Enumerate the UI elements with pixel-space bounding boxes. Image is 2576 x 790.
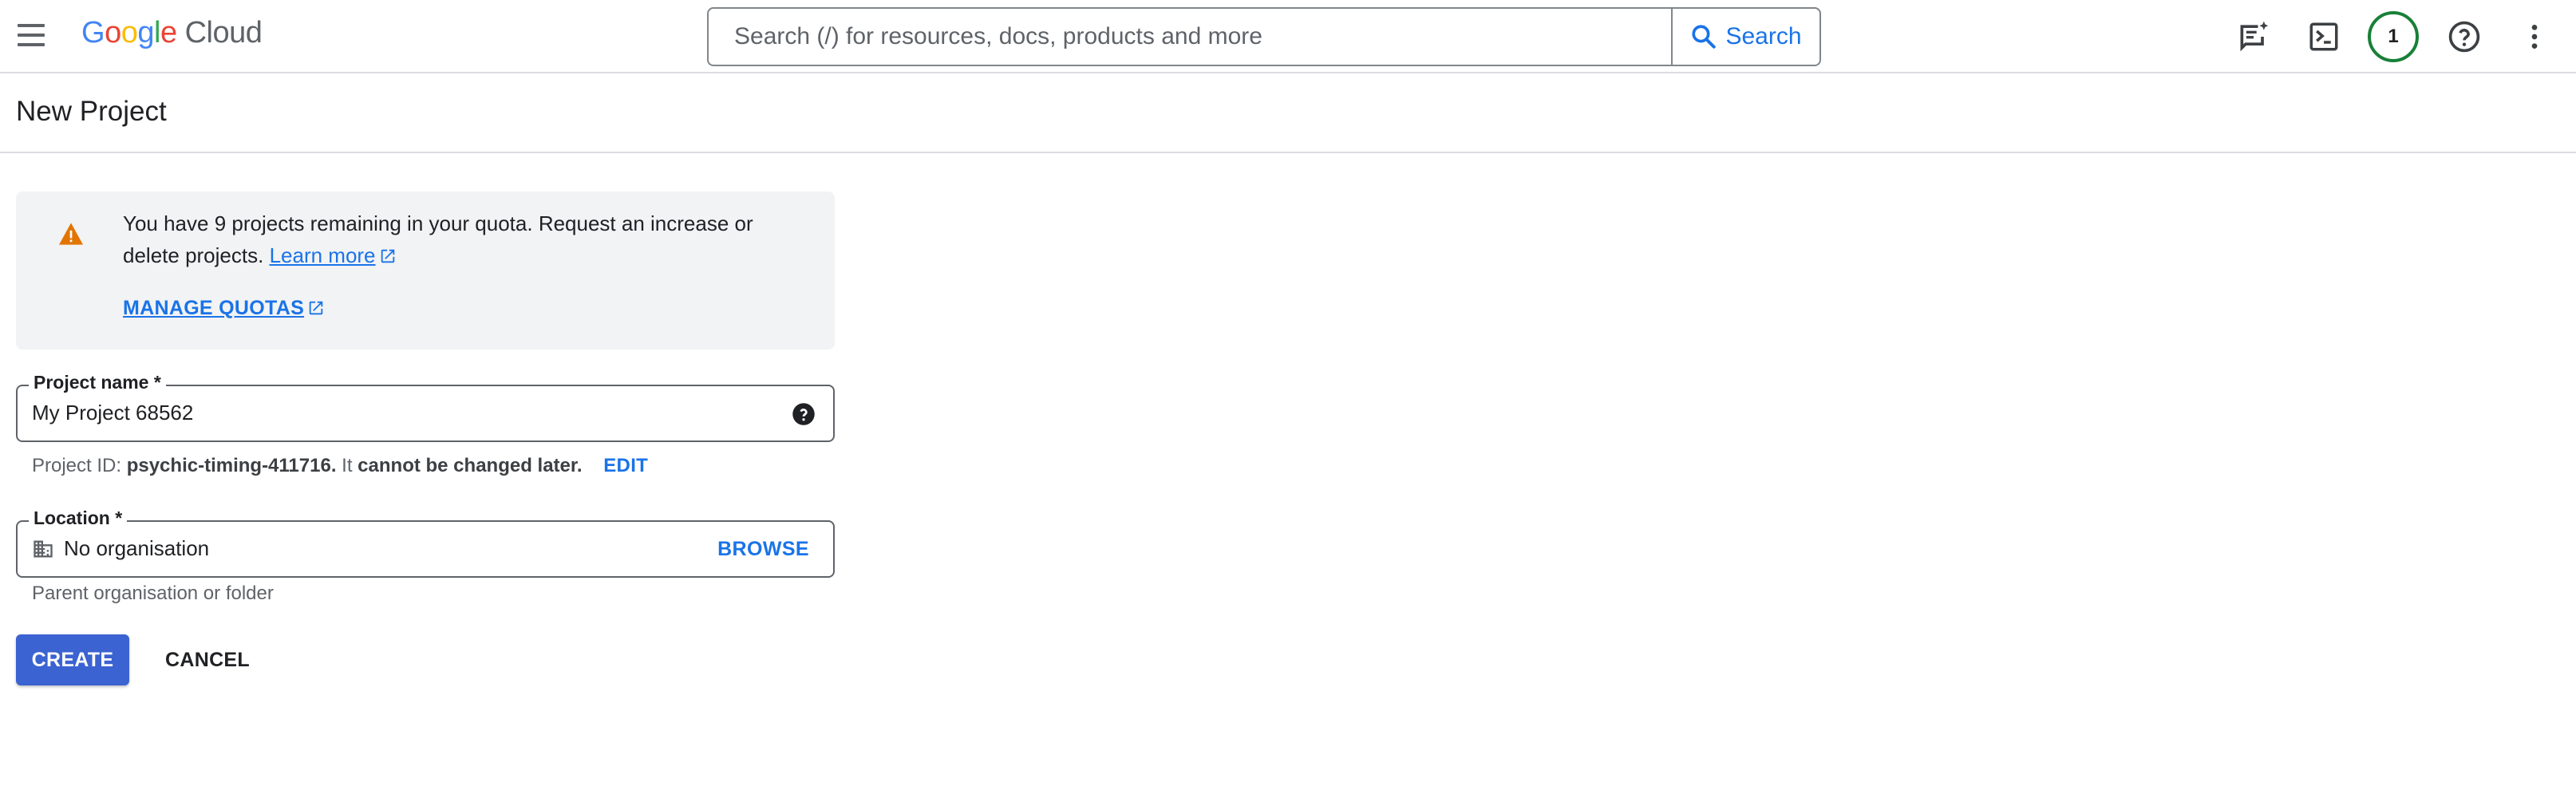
cloud-shell-button[interactable] (2303, 16, 2345, 57)
project-id-value: psychic-timing-411716. (126, 455, 337, 476)
help-button[interactable] (2444, 16, 2485, 57)
external-link-icon (309, 301, 323, 315)
location-hint: Parent organisation or folder (32, 583, 274, 604)
location-label: Location * (29, 508, 128, 529)
project-name-field[interactable]: Project name * My Project 68562 (16, 372, 835, 442)
more-vert-icon (2531, 25, 2538, 49)
project-name-value[interactable]: My Project 68562 (32, 401, 193, 425)
search-button[interactable]: Search (1671, 9, 1819, 65)
top-bar: Google Cloud Search 1 (0, 0, 2576, 73)
edit-project-id-button[interactable]: EDIT (603, 455, 648, 476)
project-id-hint: Project ID: psychic-timing-411716. It ca… (32, 455, 648, 477)
warning-icon (59, 223, 83, 245)
page-title: New Project (16, 96, 167, 127)
quota-message-text: You have 9 projects remaining in your qu… (123, 211, 753, 267)
project-name-label: Project name * (29, 372, 166, 393)
project-id-prefix: Project ID: (32, 455, 122, 476)
quota-notice: You have 9 projects remaining in your qu… (16, 192, 835, 350)
more-options-button[interactable] (2514, 16, 2555, 57)
search-button-label: Search (1725, 23, 1802, 49)
help-circle-icon[interactable] (792, 402, 816, 426)
page-header: New Project (0, 73, 2576, 153)
building-icon (34, 540, 53, 558)
manage-quotas-label: MANAGE QUOTAS (123, 297, 305, 319)
avatar[interactable]: 1 (2368, 11, 2419, 62)
help-icon (2448, 21, 2480, 53)
create-button[interactable]: CREATE (16, 634, 129, 685)
search-icon (1692, 25, 1717, 49)
location-field[interactable]: Location * No organisation BROWSE (16, 508, 835, 578)
feedback-icon (2240, 21, 2269, 52)
menu-icon[interactable] (14, 22, 48, 49)
external-link-icon (381, 249, 394, 263)
project-id-note: cannot be changed later. (358, 455, 583, 476)
quota-message: You have 9 projects remaining in your qu… (123, 207, 793, 271)
manage-quotas-link[interactable]: MANAGE QUOTAS (123, 297, 325, 320)
cloud-wordmark: Cloud (184, 16, 263, 49)
search-input[interactable] (709, 9, 1671, 65)
browse-button[interactable]: BROWSE (717, 538, 809, 561)
google-wordmark: Google (81, 16, 177, 49)
search-bar: Search (707, 7, 1821, 66)
location-value: No organisation (64, 536, 210, 560)
google-cloud-logo[interactable]: Google Cloud (81, 16, 263, 56)
learn-more-link[interactable]: Learn more (270, 243, 376, 267)
cloud-shell-icon (2309, 22, 2338, 51)
feedback-button[interactable] (2233, 16, 2274, 57)
cancel-button[interactable]: CANCEL (152, 634, 263, 685)
project-id-middle: It (342, 455, 353, 476)
